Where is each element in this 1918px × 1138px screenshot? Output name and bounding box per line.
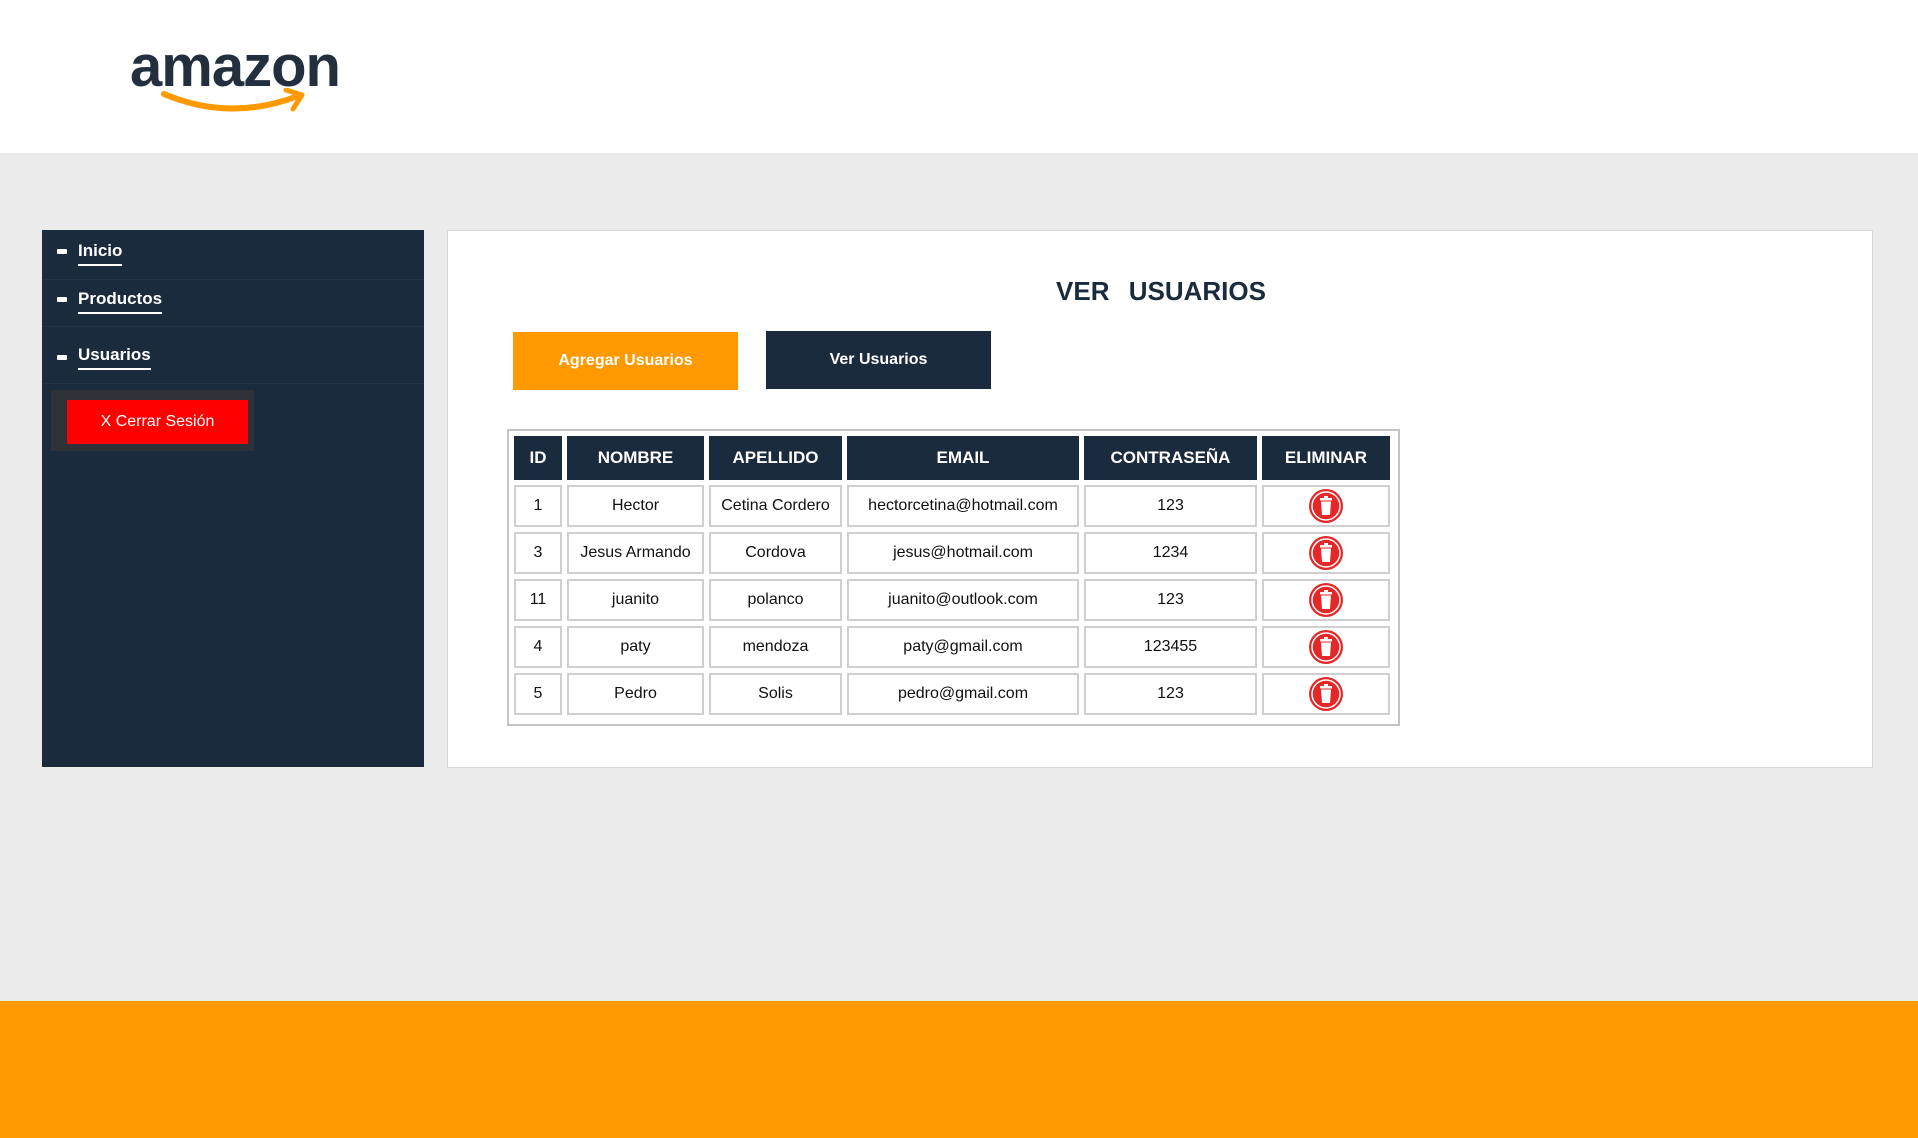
cell-email: paty@gmail.com [847,626,1079,668]
column-header-nombre: NOMBRE [567,436,704,480]
cell-id: 4 [514,626,562,668]
cell-password: 123 [1084,673,1257,715]
cell-password: 1234 [1084,532,1257,574]
cell-delete [1262,485,1390,527]
trash-icon[interactable] [1308,535,1344,571]
cell-delete [1262,673,1390,715]
column-header-eliminar: ELIMINAR [1262,436,1390,480]
sidebar-item-label[interactable]: Inicio [78,241,123,266]
cell-id: 11 [514,579,562,621]
cell-email: pedro@gmail.com [847,673,1079,715]
trash-icon[interactable] [1308,488,1344,524]
cell-password: 123 [1084,485,1257,527]
users-table-container: ID NOMBRE APELLIDO EMAIL CONTRASEÑA ELIM… [507,429,1400,726]
cell-apellido: Solis [709,673,842,715]
table-row: 3 Jesus Armando Cordova jesus@hotmail.co… [514,532,1390,574]
column-header-contrasena: CONTRASEÑA [1084,436,1257,480]
add-users-button[interactable]: Agregar Usuarios [513,332,738,390]
cell-apellido: Cetina Cordero [709,485,842,527]
cell-password: 123 [1084,579,1257,621]
cell-id: 3 [514,532,562,574]
cell-delete [1262,626,1390,668]
footer-bar [0,1001,1918,1138]
cell-apellido: Cordova [709,532,842,574]
cell-nombre: paty [567,626,704,668]
users-table: ID NOMBRE APELLIDO EMAIL CONTRASEÑA ELIM… [509,431,1395,720]
sidebar-item-productos[interactable]: Productos [42,277,424,327]
dash-icon [57,355,67,360]
table-header-row: ID NOMBRE APELLIDO EMAIL CONTRASEÑA ELIM… [514,436,1390,480]
cell-password: 123455 [1084,626,1257,668]
logout-button[interactable]: X Cerrar Sesión [67,400,248,444]
table-row: 4 paty mendoza paty@gmail.com 123455 [514,626,1390,668]
cell-nombre: Pedro [567,673,704,715]
sidebar-item-label[interactable]: Productos [78,289,163,314]
column-header-email: EMAIL [847,436,1079,480]
trash-icon[interactable] [1308,676,1344,712]
cell-nombre: Jesus Armando [567,532,704,574]
cell-apellido: mendoza [709,626,842,668]
cell-id: 1 [514,485,562,527]
column-header-id: ID [514,436,562,480]
sidebar-item-label[interactable]: Usuarios [78,345,151,370]
table-row: 11 juanito polanco juanito@outlook.com 1… [514,579,1390,621]
cell-apellido: polanco [709,579,842,621]
sidebar: Inicio Productos Usuarios X Cerrar Sesió… [42,230,424,767]
cell-nombre: juanito [567,579,704,621]
sidebar-item-usuarios[interactable]: Usuarios [42,330,424,384]
cell-delete [1262,579,1390,621]
dash-icon [57,297,67,302]
view-users-button[interactable]: Ver Usuarios [766,331,991,389]
cell-nombre: Hector [567,485,704,527]
logout-container: X Cerrar Sesión [51,390,254,451]
cell-email: hectorcetina@hotmail.com [847,485,1079,527]
cell-email: jesus@hotmail.com [847,532,1079,574]
sidebar-item-inicio[interactable]: Inicio [42,230,424,280]
page-title: VER USUARIOS [1056,276,1266,306]
table-row: 5 Pedro Solis pedro@gmail.com 123 [514,673,1390,715]
amazon-logo[interactable]: amazon [130,38,350,120]
cell-email: juanito@outlook.com [847,579,1079,621]
smile-arrow-icon [161,88,305,112]
main-panel: VER USUARIOS Agregar Usuarios Ver Usuari… [447,230,1873,768]
top-header: amazon [0,0,1918,153]
dash-icon [57,249,67,254]
trash-icon[interactable] [1308,582,1344,618]
cell-delete [1262,532,1390,574]
cell-id: 5 [514,673,562,715]
trash-icon[interactable] [1308,629,1344,665]
table-row: 1 Hector Cetina Cordero hectorcetina@hot… [514,485,1390,527]
column-header-apellido: APELLIDO [709,436,842,480]
